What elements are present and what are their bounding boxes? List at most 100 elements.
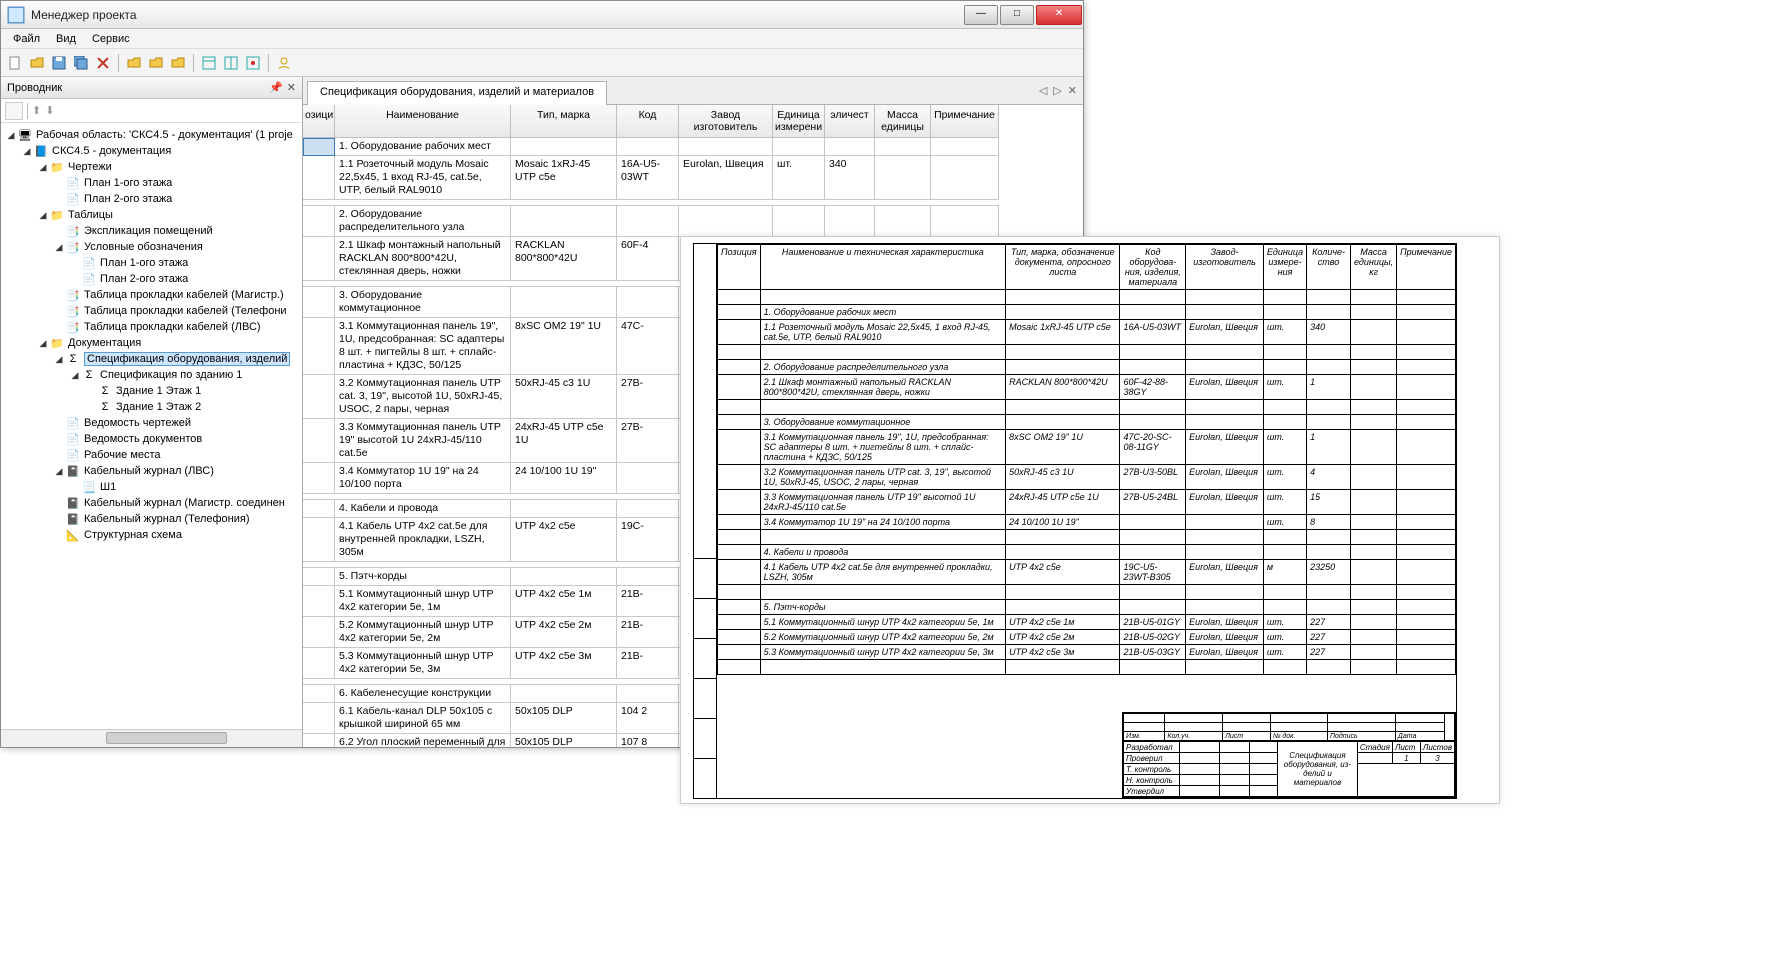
grid-cell[interactable]: 47C- [617, 318, 679, 375]
grid-cell[interactable] [617, 685, 679, 703]
grid-cell[interactable]: 5. Пэтч-корды [335, 568, 511, 586]
sidebar-close-icon[interactable]: ✕ [287, 81, 296, 94]
grid-cell[interactable] [303, 703, 335, 734]
grid-cell[interactable]: 50x105 DLP [511, 703, 617, 734]
grid-cell[interactable] [303, 648, 335, 679]
grid-cell[interactable] [303, 586, 335, 617]
tree-tables[interactable]: Таблицы [68, 209, 113, 221]
tree-workplaces[interactable]: Рабочие места [84, 449, 161, 461]
grid-cell[interactable]: 24 10/100 1U 19" [511, 463, 617, 494]
grid-cell[interactable] [511, 500, 617, 518]
tb-new-icon[interactable] [5, 53, 25, 73]
grid-cell[interactable] [825, 138, 875, 156]
tree-root[interactable]: Рабочая область: 'СКС4.5 - документация'… [36, 129, 293, 141]
tree-cab-lvs[interactable]: Таблица прокладки кабелей (ЛВС) [84, 321, 261, 333]
grid-cell[interactable] [303, 500, 335, 518]
grid-cell[interactable] [617, 568, 679, 586]
tab-next-icon[interactable]: ▷ [1053, 84, 1061, 97]
tree-project[interactable]: СКС4.5 - документация [52, 145, 171, 157]
grid-cell[interactable]: UTP 4x2 c5e [511, 518, 617, 562]
grid-cell[interactable]: 21B- [617, 586, 679, 617]
grid-cell[interactable]: 21B- [617, 617, 679, 648]
grid-cell[interactable]: 1. Оборудование рабочих мест [335, 138, 511, 156]
titlebar[interactable]: Менеджер проекта — □ ✕ [1, 1, 1083, 29]
grid-cell[interactable] [773, 138, 825, 156]
tree[interactable]: ◢🖥Рабочая область: 'СКС4.5 - документаци… [1, 123, 302, 729]
grid-cell[interactable]: 16A-U5-03WT [617, 156, 679, 200]
tb-saveall-icon[interactable] [71, 53, 91, 73]
grid-cell[interactable]: 60F-4 [617, 237, 679, 281]
tree-rooms[interactable]: Экспликация помещений [84, 225, 213, 237]
tree-symbols[interactable]: Условные обозначения [84, 241, 203, 253]
column-header[interactable]: Код [617, 105, 679, 138]
tree-struct[interactable]: Структурная схема [84, 529, 182, 541]
grid-cell[interactable]: 3.1 Коммутационная панель 19", 1U, предс… [335, 318, 511, 375]
grid-cell[interactable]: 104 2 [617, 703, 679, 734]
grid-cell[interactable] [931, 138, 999, 156]
tab-spec[interactable]: Спецификация оборудования, изделий и мат… [307, 81, 607, 105]
tb-delete-icon[interactable] [93, 53, 113, 73]
grid-cell[interactable] [303, 419, 335, 463]
tree-spec[interactable]: Спецификация оборудования, изделий [84, 352, 290, 366]
grid-cell[interactable] [303, 138, 335, 156]
tb-open-icon[interactable] [27, 53, 47, 73]
tb-folder1-icon[interactable] [124, 53, 144, 73]
tb-grid2-icon[interactable] [221, 53, 241, 73]
grid-cell[interactable]: 24xRJ-45 UTP c5e 1U [511, 419, 617, 463]
grid-cell[interactable]: шт. [773, 156, 825, 200]
grid-cell[interactable] [303, 617, 335, 648]
grid-cell[interactable] [303, 463, 335, 494]
grid-cell[interactable]: 4.1 Кабель UTP 4x2 cat.5e для внутренней… [335, 518, 511, 562]
grid-cell[interactable]: 1.1 Розеточный модуль Mosaic 22,5x45, 1 … [335, 156, 511, 200]
grid-cell[interactable]: 3.4 Коммутатор 1U 19" на 24 10/100 порта [335, 463, 511, 494]
column-header[interactable]: Наименование [335, 105, 511, 138]
tb-folder2-icon[interactable] [146, 53, 166, 73]
grid-cell[interactable]: 5.3 Коммутационный шнур UTP 4x2 категори… [335, 648, 511, 679]
grid-cell[interactable]: 107 8 [617, 734, 679, 747]
menu-file[interactable]: Файл [5, 31, 48, 47]
sidebar-scrollbar[interactable] [1, 729, 302, 747]
grid-cell[interactable]: 340 [825, 156, 875, 200]
pin-icon[interactable]: 📌 [269, 81, 283, 94]
tree-drawings[interactable]: Чертежи [68, 161, 112, 173]
grid-cell[interactable] [679, 138, 773, 156]
grid-cell[interactable]: 19C- [617, 518, 679, 562]
grid-cell[interactable] [511, 287, 617, 318]
grid-cell[interactable] [511, 685, 617, 703]
grid-cell[interactable]: 3.2 Коммутационная панель UTP cat. 3, 19… [335, 375, 511, 419]
grid-cell[interactable]: 27B- [617, 419, 679, 463]
tb-grid3-icon[interactable] [243, 53, 263, 73]
grid-cell[interactable]: UTP 4x2 c5e 1м [511, 586, 617, 617]
tree-vdoc[interactable]: Ведомость документов [84, 433, 202, 445]
grid-cell[interactable] [679, 206, 773, 237]
column-header[interactable]: Масса единицы [875, 105, 931, 138]
grid-cell[interactable] [303, 685, 335, 703]
grid-cell[interactable] [875, 138, 931, 156]
grid-cell[interactable]: 50x105 DLP [511, 734, 617, 747]
tree-b1f2[interactable]: Здание 1 Этаж 2 [116, 401, 201, 413]
tab-close-icon[interactable]: ✕ [1068, 84, 1077, 97]
grid-cell[interactable]: 8xSC OM2 19" 1U [511, 318, 617, 375]
grid-cell[interactable]: UTP 4x2 c5e 3м [511, 648, 617, 679]
grid-cell[interactable] [511, 568, 617, 586]
grid-cell[interactable] [617, 463, 679, 494]
maximize-button[interactable]: □ [1000, 5, 1034, 25]
tree-plan2[interactable]: План 2-ого этажа [84, 193, 172, 205]
close-button[interactable]: ✕ [1036, 5, 1082, 25]
grid-cell[interactable] [303, 156, 335, 200]
tb-profile-icon[interactable] [274, 53, 294, 73]
grid-cell[interactable] [303, 375, 335, 419]
tree-spec-b1[interactable]: Спецификация по зданию 1 [100, 369, 242, 381]
grid-cell[interactable]: RACKLAN 800*800*42U [511, 237, 617, 281]
column-header[interactable]: эличест [825, 105, 875, 138]
menu-view[interactable]: Вид [48, 31, 84, 47]
grid-cell[interactable] [617, 206, 679, 237]
grid-cell[interactable] [773, 206, 825, 237]
tree-b1f1[interactable]: Здание 1 Этаж 1 [116, 385, 201, 397]
grid-cell[interactable] [617, 500, 679, 518]
tree-kj-mag[interactable]: Кабельный журнал (Магистр. соединен [84, 497, 285, 509]
grid-cell[interactable]: 6. Кабеленесущие конструкции [335, 685, 511, 703]
grid-cell[interactable] [617, 138, 679, 156]
tree-sym-p2[interactable]: План 2-ого этажа [100, 273, 188, 285]
grid-cell[interactable] [931, 156, 999, 200]
